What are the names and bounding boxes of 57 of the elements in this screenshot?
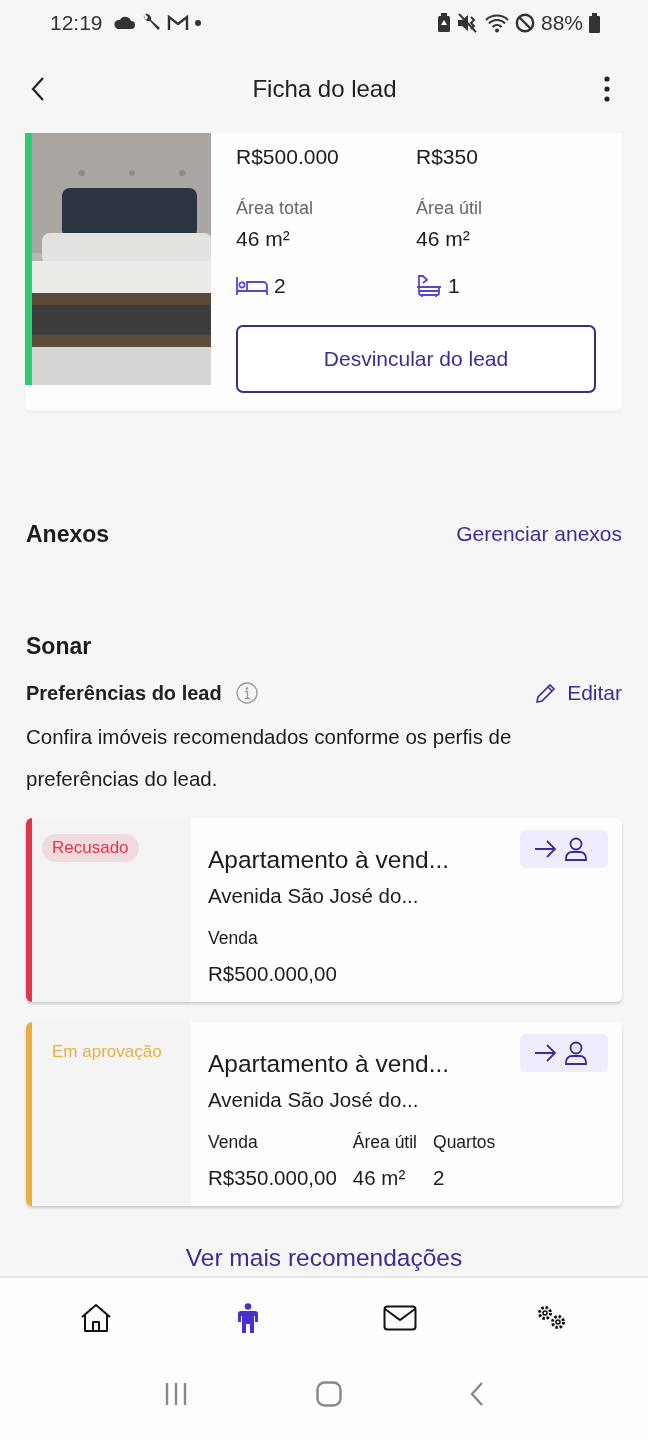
bed-icon <box>236 276 268 296</box>
price-value: R$500.000 <box>236 145 340 170</box>
area-util-value: 46 m² <box>416 226 471 252</box>
area-util-label: Área útil <box>416 197 484 219</box>
status-tag: Recusado <box>42 834 139 862</box>
area-total-value: 46 m² <box>236 226 291 252</box>
unlink-button[interactable]: Desvincular do lead <box>236 325 596 393</box>
field-value: R$350.000,00 <box>208 1166 337 1190</box>
home-icon[interactable] <box>80 1303 112 1333</box>
recommendation-card[interactable]: Em aprovação Apartamento à vend... Avenida São José do... Venda R$350.000,00 Área útil 46 m² Quartos 2 <box>26 1022 622 1206</box>
send-to-lead-button[interactable] <box>520 1034 608 1072</box>
field-value: 46 m² <box>352 1166 407 1190</box>
edit-link[interactable]: Editar <box>535 681 622 705</box>
field-value: 2 <box>433 1166 446 1190</box>
mail-icon[interactable] <box>383 1305 417 1331</box>
field-label: Quartos <box>433 1132 496 1153</box>
mute-icon <box>456 12 479 33</box>
recommendation-card[interactable]: Recusado Apartamento à vend... Avenida São José do... Venda R$500.000,00 <box>26 818 622 1002</box>
block-icon <box>514 12 535 33</box>
page-title: Ficha do lead <box>252 75 397 103</box>
back-icon[interactable] <box>31 76 45 102</box>
status-time: 12:19 <box>50 10 103 35</box>
status-tag: Em aprovação <box>42 1038 172 1066</box>
wifi-icon <box>484 12 509 33</box>
more-options-icon[interactable] <box>604 76 610 102</box>
listing-title: Apartamento à vend... <box>208 846 450 874</box>
condo-value: R$350 <box>416 145 479 170</box>
mail-icon <box>166 14 189 31</box>
see-more-link[interactable]: Ver mais recomendações <box>185 1244 463 1272</box>
area-total-label: Área total <box>236 197 315 219</box>
section-title: Sonar <box>26 633 93 660</box>
pencil-icon <box>535 682 558 704</box>
bedroom-count: 2 <box>274 274 286 298</box>
settings-icon[interactable] <box>536 1304 568 1332</box>
recent-apps-icon[interactable] <box>164 1382 188 1406</box>
field-label: Área útil <box>352 1132 417 1153</box>
info-icon[interactable] <box>235 682 258 704</box>
listing-address: Avenida São José do... <box>208 1088 420 1112</box>
manage-attachments-link[interactable]: Gerenciar anexos <box>456 522 622 546</box>
battery-icon <box>589 12 600 33</box>
home-button-icon[interactable] <box>316 1381 342 1407</box>
description-text: Confira imóveis recomendados conforme os perfis de preferências do lead. <box>26 724 513 792</box>
person-icon[interactable] <box>238 1303 258 1333</box>
bathtub-icon <box>416 274 442 298</box>
field-value: R$500.000,00 <box>208 962 337 986</box>
listing-title: Apartamento à vend... <box>208 1050 450 1078</box>
field-label: Venda <box>208 928 259 949</box>
subsection-title: Preferências do lead <box>26 681 222 705</box>
bathroom-count: 1 <box>448 274 460 298</box>
battery-saver-icon <box>436 12 451 33</box>
dot-icon <box>194 19 201 26</box>
cloud-icon <box>112 15 135 30</box>
listing-address: Avenida São José do... <box>208 884 420 908</box>
field-label: Venda <box>208 1132 259 1153</box>
section-title: Anexos <box>26 520 110 548</box>
battery-percent: 88% <box>540 10 583 35</box>
send-to-lead-button[interactable] <box>520 830 608 868</box>
